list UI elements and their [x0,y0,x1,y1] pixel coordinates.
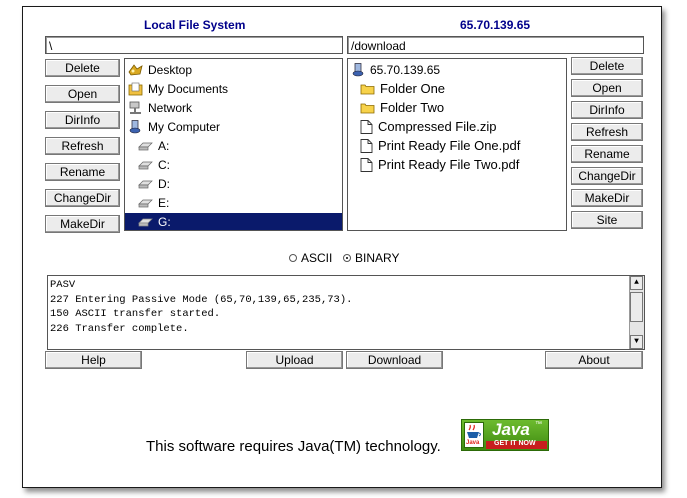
tree-item-drive-d[interactable]: D: [138,175,170,193]
tree-item-folder-one[interactable]: Folder One [360,80,445,98]
ascii-radio[interactable]: ASCII [289,251,332,265]
tree-item-label: G: [158,215,171,229]
scroll-down-icon[interactable]: ▼ [630,335,643,349]
remote-makedir-button[interactable]: MakeDir [571,189,643,207]
tree-item-desktop[interactable]: Desktop [128,61,192,79]
ascii-radio-label: ASCII [301,251,333,265]
log-line: 227 Entering Passive Mode (65,70,139,65,… [50,293,353,306]
remote-refresh-button[interactable]: Refresh [571,123,643,141]
tree-item-label: A: [158,139,170,153]
local-delete-button[interactable]: Delete [45,59,120,77]
java-get-it-now-badge[interactable]: Java Java ™ GET IT NOW [461,419,549,451]
tree-item-label: Print Ready File One.pdf [378,138,521,153]
folder-icon [360,84,375,95]
tree-item-label: Folder Two [380,100,445,115]
local-refresh-button[interactable]: Refresh [45,137,120,155]
tree-item-label: E: [158,196,170,210]
local-header: Local File System [144,18,246,32]
log-line: PASV [50,279,76,291]
drive-icon [138,180,153,189]
tree-item-my-documents[interactable]: My Documents [128,80,228,98]
folder-icon [360,103,375,114]
java-badge-tm: ™ [535,421,542,428]
remote-path-input[interactable]: /download [347,36,644,54]
tree-item-drive-a[interactable]: A: [138,137,169,155]
tree-item-label: My Documents [148,82,229,96]
local-file-tree[interactable]: Desktop My Documents Network My Computer… [124,58,343,231]
drive-icon [138,161,153,170]
drive-icon [138,218,153,227]
tree-item-server[interactable]: 65.70.139.65 [352,61,440,79]
download-button[interactable]: Download [346,351,443,369]
tree-item-label: 65.70.139.65 [370,63,441,77]
my-documents-icon [128,82,143,96]
local-rename-button[interactable]: Rename [45,163,120,181]
desktop-icon [128,64,143,76]
binary-radio[interactable]: BINARY [343,251,399,265]
local-makedir-button[interactable]: MakeDir [45,215,120,233]
drive-icon [138,142,153,151]
tree-item-print-file-two[interactable]: Print Ready File Two.pdf [360,156,519,174]
remote-file-tree[interactable]: 65.70.139.65 Folder One Folder Two Compr… [347,58,567,231]
tree-item-drive-c[interactable]: C: [138,156,170,174]
remote-header: 65.70.139.65 [460,18,531,32]
tree-item-label: C: [158,158,170,172]
scroll-up-icon[interactable]: ▲ [630,276,643,290]
remote-changedir-button[interactable]: ChangeDir [571,167,643,185]
network-icon [129,101,141,114]
remote-site-button[interactable]: Site [571,211,643,229]
log-scrollbar[interactable]: ▲ ▼ [629,276,644,349]
log-line: 226 Transfer complete. [50,322,189,335]
upload-button[interactable]: Upload [246,351,343,369]
help-button[interactable]: Help [45,351,142,369]
tree-item-drive-e[interactable]: E: [138,194,169,212]
ascii-radio-circle[interactable] [289,254,297,262]
my-computer-icon [129,120,141,134]
command-log[interactable]: PASV 227 Entering Passive Mode (65,70,13… [47,275,645,350]
tree-item-label: D: [158,177,170,191]
applet-frame: Local File System 65.70.139.65 \ /downlo… [22,6,662,488]
remote-open-button[interactable]: Open [571,79,643,97]
remote-delete-button[interactable]: Delete [571,57,643,75]
tree-item-label: Network [148,101,193,115]
file-icon [360,139,373,153]
binary-radio-circle[interactable] [343,254,351,262]
tree-item-compressed-file[interactable]: Compressed File.zip [360,118,497,136]
java-badge-strip: GET IT NOW [486,440,547,449]
java-cup-icon: Java [464,422,484,448]
tree-item-drive-g[interactable]: G: [125,213,342,230]
local-open-button[interactable]: Open [45,85,120,103]
tree-item-label: My Computer [148,120,221,134]
tree-item-label: Print Ready File Two.pdf [378,157,520,172]
java-requirement-text: This software requires Java(TM) technolo… [146,438,441,455]
tree-item-print-file-one[interactable]: Print Ready File One.pdf [360,137,520,155]
binary-radio-label: BINARY [355,251,400,265]
local-path-input[interactable]: \ [45,36,343,54]
about-button[interactable]: About [545,351,643,369]
tree-item-label: Desktop [148,63,193,77]
scroll-thumb[interactable] [630,292,643,322]
tree-item-label: Compressed File.zip [378,119,497,134]
tree-item-label: Folder One [380,81,446,96]
local-dirinfo-button[interactable]: DirInfo [45,111,120,129]
java-logo-text: Java [466,440,480,446]
tree-item-network[interactable]: Network [128,99,192,117]
server-icon [352,63,364,77]
drive-icon [138,199,153,208]
file-icon [360,120,373,134]
file-icon [360,158,373,172]
local-changedir-button[interactable]: ChangeDir [45,189,120,207]
java-badge-subtext: GET IT NOW [494,440,536,447]
remote-rename-button[interactable]: Rename [571,145,643,163]
log-line: 150 ASCII transfer started. [50,308,221,320]
tree-item-folder-two[interactable]: Folder Two [360,99,444,117]
java-badge-word: Java [492,420,530,439]
tree-item-my-computer[interactable]: My Computer [128,118,220,136]
remote-dirinfo-button[interactable]: DirInfo [571,101,643,119]
